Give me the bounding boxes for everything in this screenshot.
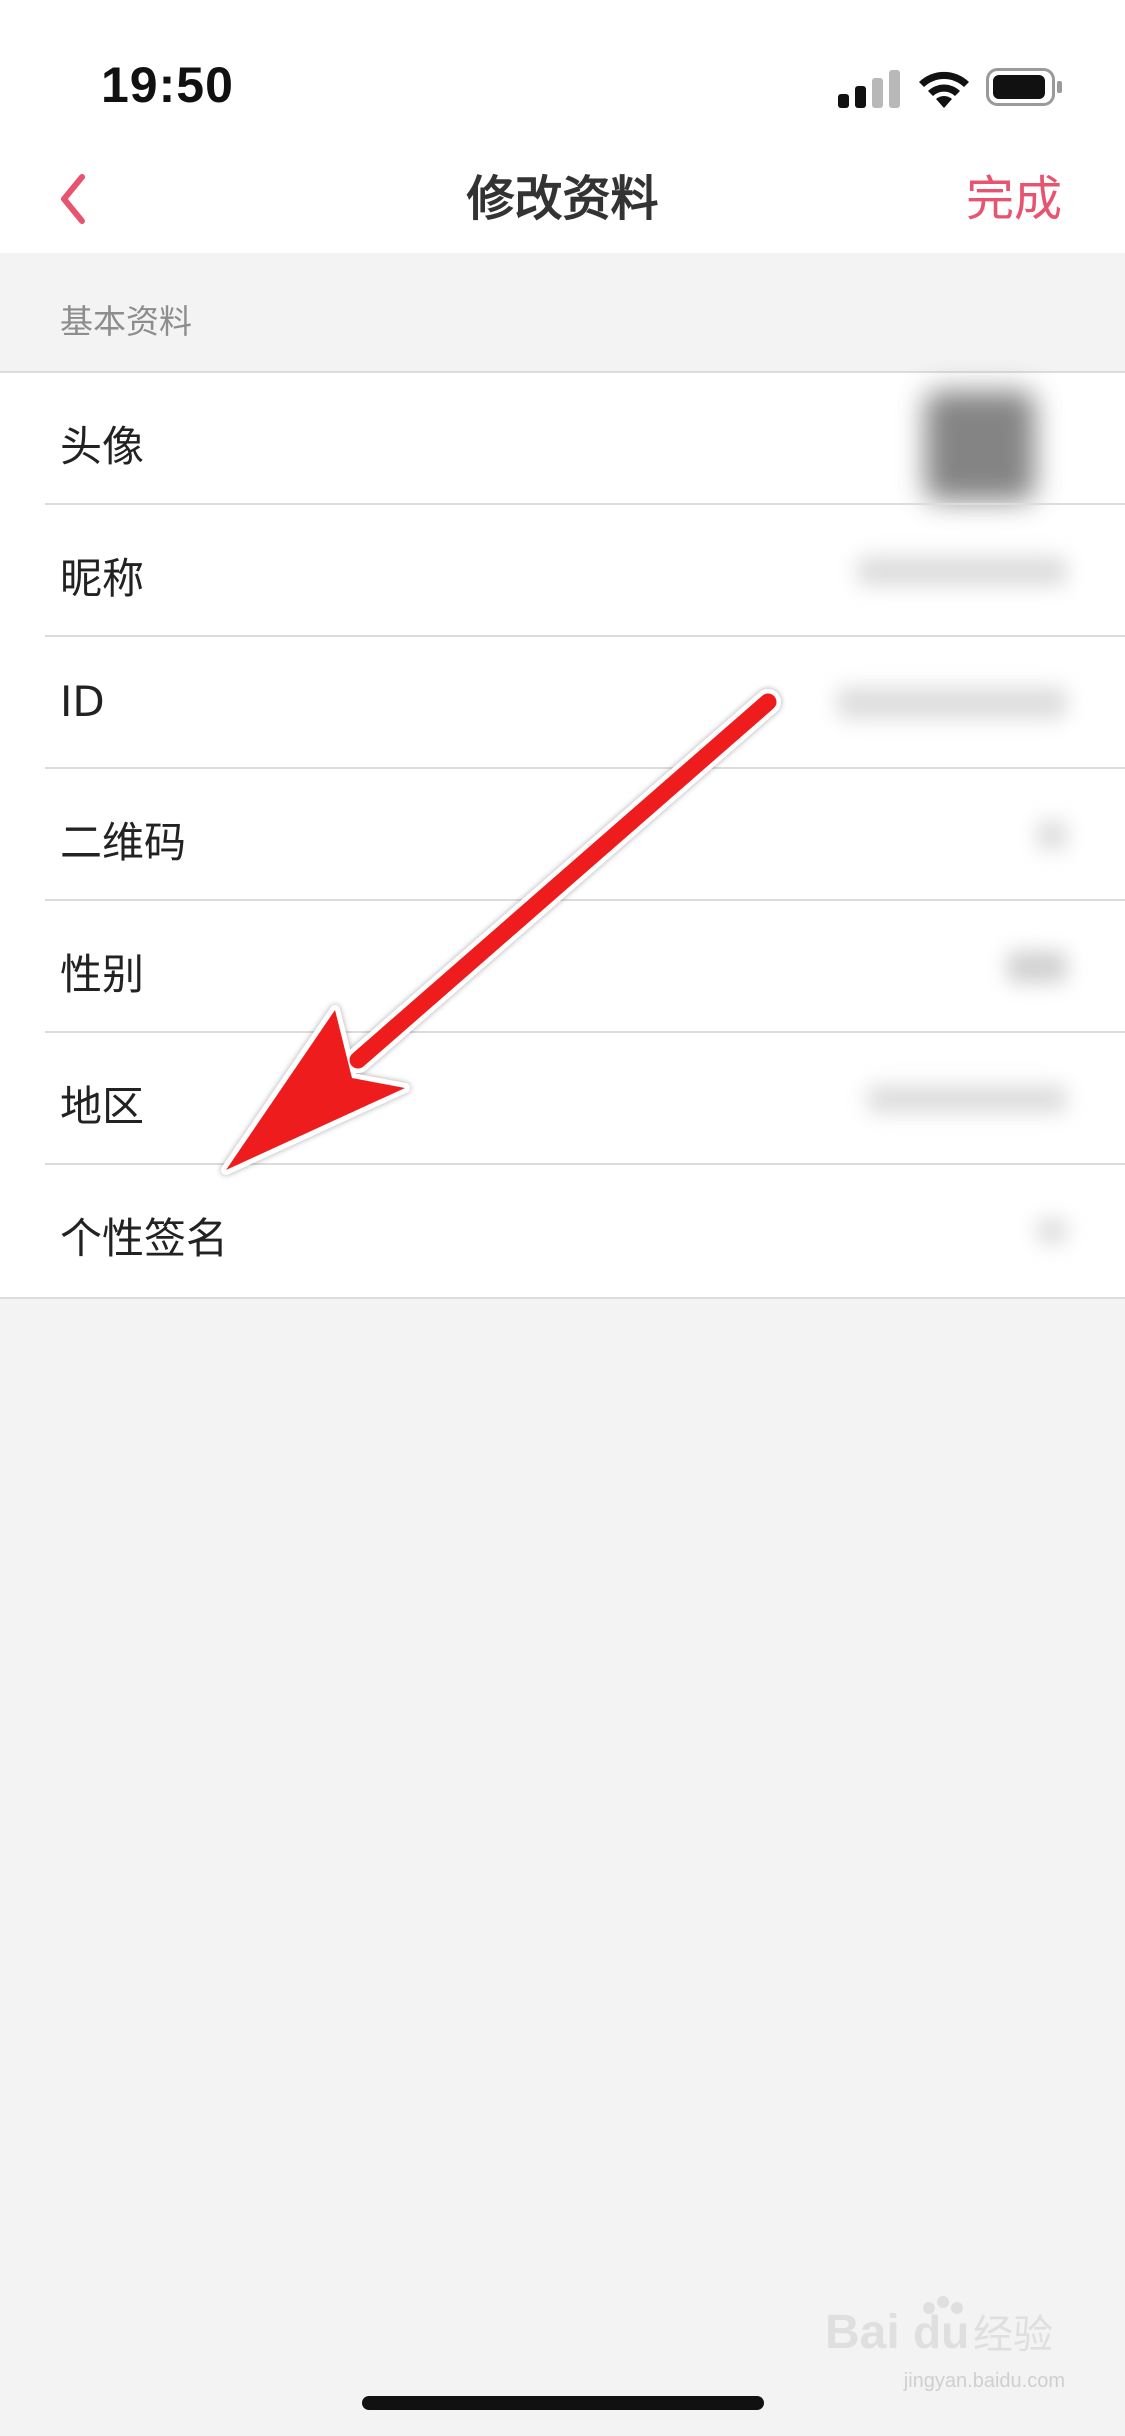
row-label: 头像 — [60, 422, 145, 471]
row-label: 昵称 — [60, 554, 145, 603]
watermark-url: jingyan.baidu.com — [903, 2370, 1065, 2392]
blurred-value — [1007, 951, 1067, 983]
blurred-value — [857, 556, 1067, 586]
row-label: 个性签名 — [60, 1214, 229, 1263]
section-header: 基本资料 — [0, 253, 1125, 371]
list-item-region[interactable]: 地区 — [0, 1033, 1125, 1165]
svg-text:经验: 经验 — [973, 2312, 1053, 2358]
blurred-value — [837, 687, 1067, 719]
baidu-jingyan-watermark-logo: Bai du 经验 — [825, 2296, 1053, 2359]
svg-text:Bai: Bai — [825, 2306, 900, 2359]
cellular-signal-icon — [838, 68, 900, 108]
blurred-value — [1037, 820, 1067, 850]
row-label: 性别 — [60, 950, 145, 999]
svg-text:du: du — [913, 2306, 969, 2358]
page-title: 修改资料 — [466, 171, 659, 227]
blurred-value — [867, 1085, 1067, 1113]
navigation-bar: 修改资料 完成 — [0, 135, 1125, 253]
row-label: 二维码 — [60, 818, 187, 867]
list-item-id[interactable]: ID — [0, 637, 1125, 769]
profile-settings-list: 头像 昵称 ID 二维码 性别 地区 个性签名 — [0, 371, 1125, 1299]
row-label: ID — [60, 677, 105, 726]
list-item-signature[interactable]: 个性签名 — [0, 1165, 1125, 1297]
status-bar: 19:50 — [0, 0, 1125, 135]
blurred-value — [1037, 1218, 1067, 1244]
done-button[interactable]: 完成 — [966, 159, 1062, 229]
status-time: 19:50 — [101, 57, 234, 113]
avatar — [925, 391, 1035, 501]
list-item-nickname[interactable]: 昵称 — [0, 505, 1125, 637]
battery-icon — [986, 68, 1062, 106]
list-item-qrcode[interactable]: 二维码 — [0, 769, 1125, 901]
wifi-icon — [919, 71, 969, 108]
home-indicator[interactable] — [362, 2396, 764, 2410]
list-item-avatar[interactable]: 头像 — [0, 373, 1125, 505]
row-label: 地区 — [60, 1082, 145, 1131]
list-item-gender[interactable]: 性别 — [0, 901, 1125, 1033]
section-header-label: 基本资料 — [60, 302, 192, 341]
